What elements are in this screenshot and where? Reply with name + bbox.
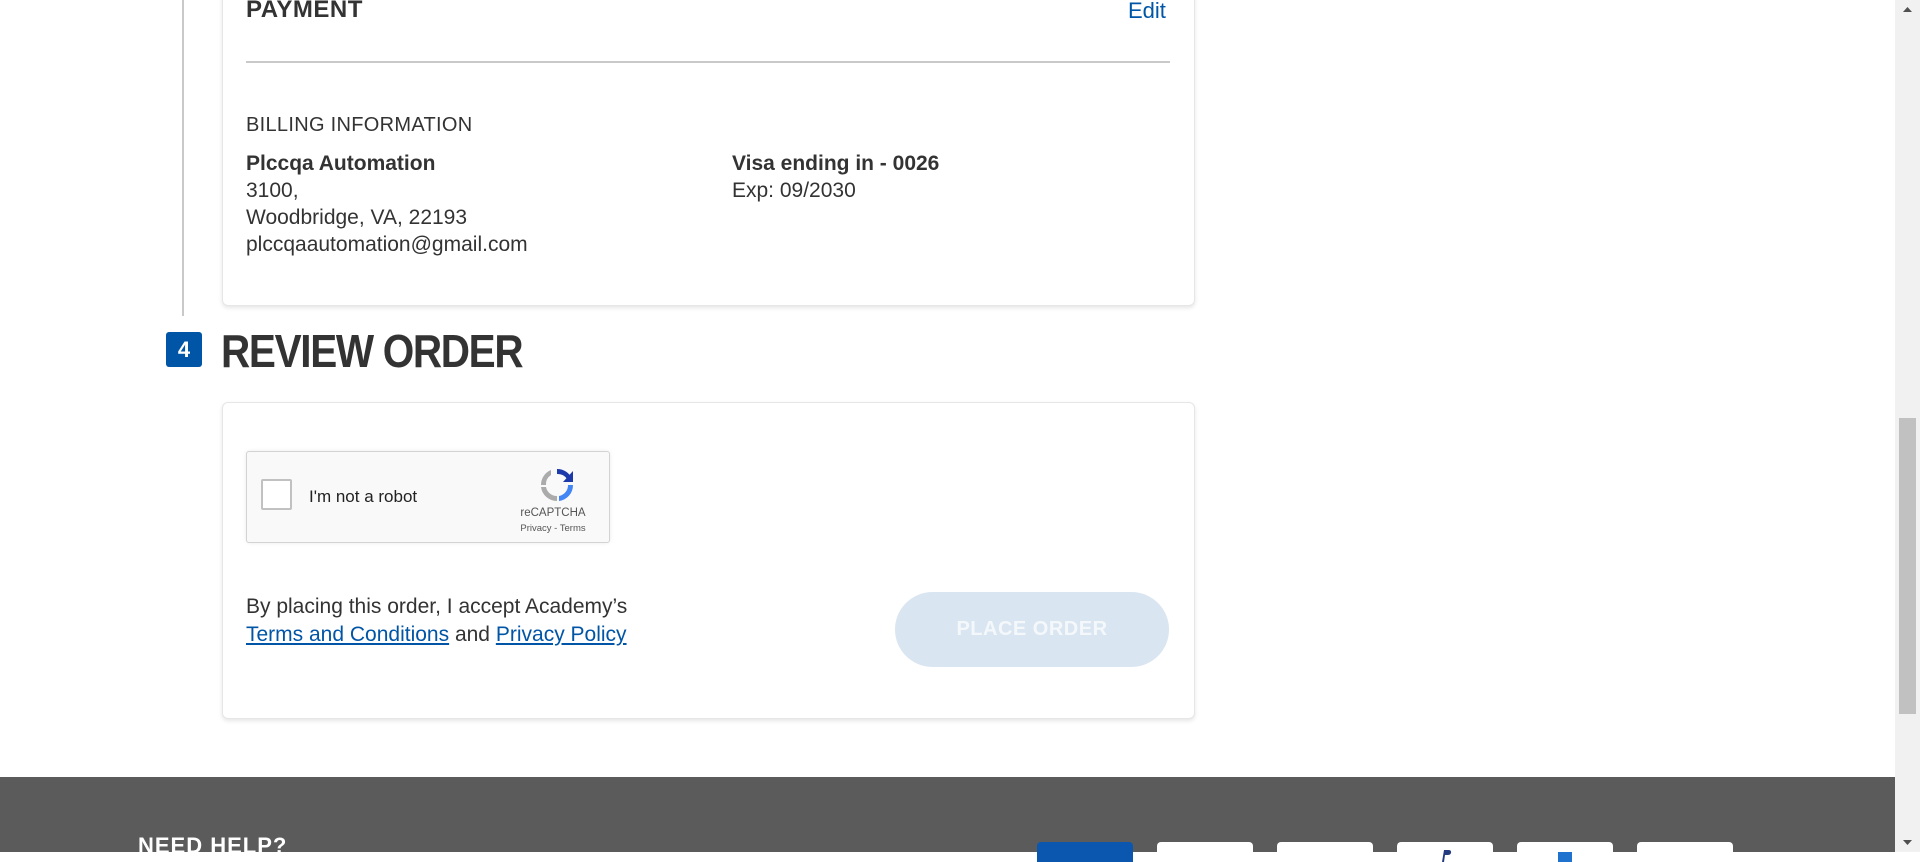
- terms-and-conditions-link[interactable]: Terms and Conditions: [246, 623, 449, 646]
- recaptcha-checkbox[interactable]: [261, 479, 292, 510]
- billing-name: Plccqa Automation: [246, 152, 436, 175]
- paypal-icon: [1442, 850, 1452, 862]
- privacy-policy-link[interactable]: Privacy Policy: [496, 623, 627, 646]
- recaptcha-widget: I'm not a robot reCAPTCHA Privacy - Term…: [246, 451, 610, 543]
- payment-card-icon: [1277, 842, 1373, 862]
- payment-card-icon: [1517, 842, 1613, 862]
- scroll-down-arrow-icon[interactable]: [1895, 832, 1920, 852]
- step-number-badge: 4: [166, 332, 202, 367]
- checkout-page: PAYMENT Edit BILLING INFORMATION Plccqa …: [0, 0, 1895, 862]
- card-description: Visa ending in - 0026: [732, 152, 940, 175]
- payment-edit-link[interactable]: Edit: [1128, 0, 1166, 24]
- terms-statement: By placing this order, I accept Academy’…: [246, 593, 627, 649]
- billing-information-label: BILLING INFORMATION: [246, 114, 473, 136]
- payment-card-icon: [1037, 842, 1133, 862]
- recaptcha-label: I'm not a robot: [309, 487, 418, 506]
- recaptcha-logo-icon: [540, 468, 574, 502]
- terms-and-word: and: [454, 623, 490, 646]
- site-footer: NEED HELP?: [0, 777, 1895, 862]
- vertical-scrollbar[interactable]: [1895, 0, 1920, 852]
- scroll-up-arrow-icon[interactable]: [1895, 0, 1920, 20]
- scrollbar-thumb[interactable]: [1899, 418, 1916, 714]
- footer-need-help-title: NEED HELP?: [138, 833, 288, 858]
- billing-email: plccqaautomation@gmail.com: [246, 233, 528, 256]
- review-order-card: [222, 402, 1195, 719]
- payment-card-icon: [1157, 842, 1253, 862]
- billing-address-line2: Woodbridge, VA, 22193: [246, 206, 468, 229]
- step-connector-line: [182, 0, 184, 316]
- place-order-button[interactable]: PLACE ORDER: [895, 592, 1169, 667]
- payment-section-title: PAYMENT: [246, 0, 363, 23]
- recaptcha-privacy-terms-links[interactable]: Privacy - Terms: [503, 523, 603, 534]
- payment-divider: [246, 61, 1170, 63]
- review-order-title: REVIEW ORDER: [221, 325, 524, 377]
- payment-card-icon: [1637, 842, 1733, 862]
- recaptcha-brand: reCAPTCHA: [520, 507, 586, 519]
- terms-prefix: By placing this order, I accept Academy’…: [246, 595, 628, 618]
- billing-address-line1: 3100,: [246, 179, 299, 202]
- amex-icon: [1558, 852, 1572, 862]
- card-expiry: Exp: 09/2030: [732, 179, 856, 202]
- payment-card-icon: [1397, 842, 1493, 862]
